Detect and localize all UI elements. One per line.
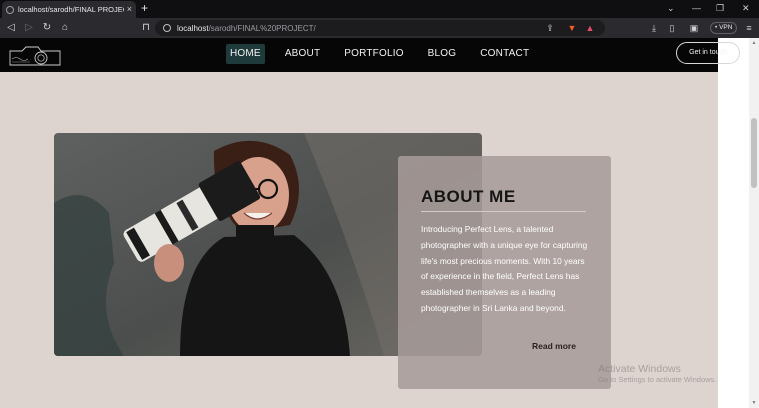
tab-title: localhost/sarodh/FINAL PROJECT [18,5,124,14]
home-icon[interactable]: ⌂ [58,21,72,35]
download-icon[interactable]: ⤓ [648,22,660,34]
site-navbar: HOME ABOUT PORTFOLIO BLOG CONTACT Get in… [0,38,740,72]
minimize-icon[interactable]: — [692,2,701,14]
brave-rewards-icon[interactable]: ▲ [584,22,596,34]
about-title: ABOUT ME [421,187,516,206]
brave-shield-icon[interactable]: ▼ [566,22,578,34]
forward-icon[interactable]: ▷ [22,21,36,35]
address-bar[interactable]: localhost /sarodh/FINAL%20PROJECT/ [155,20,605,36]
about-card: ABOUT ME Introducing Perfect Lens, a tal… [398,156,611,389]
watermark-line-1: Activate Windows [598,363,681,375]
nav-contact[interactable]: CONTACT [476,44,533,64]
url-path: /sarodh/FINAL%20PROJECT/ [208,23,316,33]
site-info-icon[interactable] [163,24,171,32]
read-more-link[interactable]: Read more [532,341,576,351]
page-scrollbar[interactable]: ▲ ▼ [749,38,759,408]
new-tab-button[interactable]: + [141,1,148,16]
browser-toolbar: ◁ ▷ ↻ ⌂ ⊓ localhost /sarodh/FINAL%20PROJ… [0,18,759,38]
website: HOME ABOUT PORTFOLIO BLOG CONTACT Get in… [0,38,740,408]
browser-tab-strip: localhost/sarodh/FINAL PROJECT × + ⌄ — ❐… [0,0,759,18]
wallet-icon[interactable]: ▣ [688,22,700,34]
close-tab-icon[interactable]: × [127,5,132,14]
scroll-thumb[interactable] [751,118,757,188]
watermark-line-2: Go to Settings to activate Windows. [598,375,717,384]
camera-logo-icon[interactable] [8,42,62,68]
browser-tab[interactable]: localhost/sarodh/FINAL PROJECT × [2,1,136,18]
vpn-button[interactable]: • VPN [710,22,738,34]
nav-about[interactable]: ABOUT [281,44,324,64]
activate-windows-watermark: Activate Windows Go to Settings to activ… [598,363,716,385]
globe-icon [6,5,14,14]
nav-blog[interactable]: BLOG [424,44,461,64]
restore-icon[interactable]: ❐ [716,2,724,14]
about-divider [421,211,586,212]
tab-search-icon[interactable]: ⌄ [667,2,675,14]
url-host: localhost [177,23,209,33]
window-close-icon[interactable]: ✕ [742,2,750,14]
back-icon[interactable]: ◁ [4,21,18,35]
page-viewport: HOME ABOUT PORTFOLIO BLOG CONTACT Get in… [0,38,759,408]
bookmark-icon[interactable]: ⊓ [139,21,153,35]
share-icon[interactable]: ⇪ [544,22,556,34]
reload-icon[interactable]: ↻ [40,21,54,35]
menu-icon[interactable]: ≡ [743,22,755,34]
get-in-touch-button[interactable]: Get in touch [676,42,740,64]
scroll-down-icon[interactable]: ▼ [751,400,757,406]
scroll-up-icon[interactable]: ▲ [751,40,757,46]
main-nav: HOME ABOUT PORTFOLIO BLOG CONTACT [226,44,549,64]
nav-home[interactable]: HOME [226,44,265,64]
sidebar-icon[interactable]: ▯ [666,22,678,34]
about-text: Introducing Perfect Lens, a talented pho… [421,224,588,313]
nav-portfolio[interactable]: PORTFOLIO [340,44,407,64]
